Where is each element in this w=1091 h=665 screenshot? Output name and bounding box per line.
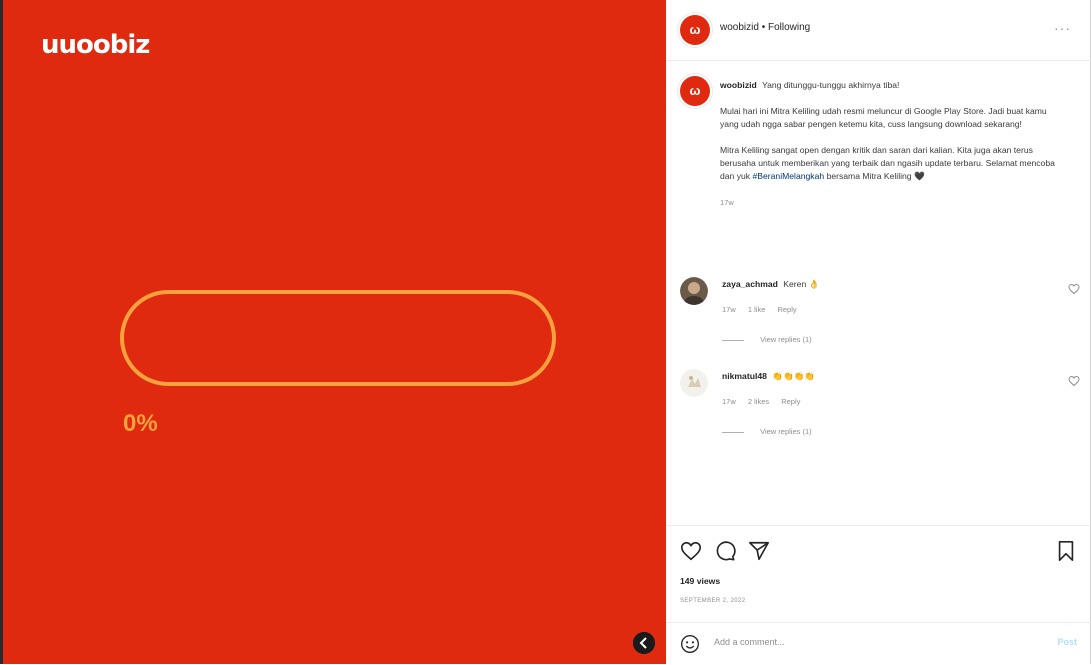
comment-like-heart-icon[interactable] (1068, 375, 1080, 387)
reply-button[interactable]: Reply (781, 397, 800, 406)
comment-item: nikmatul48 👏👏👏👏 17w 2 likes Reply View r… (680, 369, 1080, 449)
post-sidebar: ω woobizid • Following ··· ω woobizid Ya… (666, 0, 1091, 664)
post-actions: 149 views SEPTEMBER 2, 2022 (666, 525, 1091, 616)
comment-body: Keren 👌 (783, 279, 820, 289)
comment-time: 17w (722, 397, 736, 406)
post-header: ω woobizid • Following ··· (666, 0, 1091, 61)
instagram-post-window: uuoobiz 0% ω woobizid • Following ··· ω … (0, 0, 1091, 664)
add-comment-input[interactable] (712, 636, 1036, 648)
add-comment-bar: Post (666, 622, 1091, 665)
header-user-line: woobizid • Following (720, 22, 810, 33)
brand-logo: uuoobiz (41, 30, 150, 60)
view-replies-button[interactable]: View replies (1) (722, 427, 812, 436)
comment-username[interactable]: nikmatul48 (722, 371, 767, 381)
comment-likes[interactable]: 1 like (748, 305, 766, 314)
share-send-icon[interactable] (748, 540, 770, 562)
caption-first-line: woobizid Yang ditunggu-tunggu akhirnya t… (720, 79, 1065, 92)
comment-body: 👏👏👏👏 (772, 371, 816, 381)
replies-divider (722, 431, 744, 433)
replies-divider (722, 339, 744, 341)
woobiz-logo-icon: ω (689, 22, 701, 37)
progress-percent: 0% (123, 410, 158, 437)
comment-item: zaya_achmad Keren 👌 17w 1 like Reply Vie… (680, 277, 1080, 357)
caption-time: 17w (720, 198, 734, 207)
reply-button[interactable]: Reply (777, 305, 796, 314)
post-caption: woobizid Yang ditunggu-tunggu akhirnya t… (720, 79, 1065, 209)
save-bookmark-icon[interactable] (1055, 540, 1077, 562)
author-avatar[interactable]: ω (680, 15, 710, 45)
header-separator: • (761, 22, 766, 33)
comment-bubble-icon[interactable] (714, 540, 736, 562)
comment-likes[interactable]: 2 likes (748, 397, 769, 406)
previous-arrow-icon[interactable] (633, 632, 655, 654)
comment-meta: 17w 1 like Reply (722, 305, 807, 314)
post-media[interactable]: uuoobiz 0% (0, 0, 666, 664)
caption-username[interactable]: woobizid (720, 80, 757, 90)
caption-paragraph-2: Mitra Keliling sangat open dengan kritik… (720, 144, 1065, 183)
more-options-icon[interactable]: ··· (1054, 20, 1071, 36)
comment-text-line: nikmatul48 👏👏👏👏 (722, 371, 815, 382)
author-username[interactable]: woobizid (720, 22, 759, 33)
following-button[interactable]: Following (768, 22, 810, 33)
comment-meta: 17w 2 likes Reply (722, 397, 810, 406)
view-count[interactable]: 149 views (680, 576, 720, 586)
caption-avatar[interactable]: ω (680, 76, 710, 106)
comment-username[interactable]: zaya_achmad (722, 279, 778, 289)
comment-text-line: zaya_achmad Keren 👌 (722, 279, 819, 290)
view-replies-button[interactable]: View replies (1) (722, 335, 812, 344)
view-replies-label: View replies (1) (760, 335, 812, 344)
hashtag-link[interactable]: #BeraniMelangkah (753, 171, 825, 181)
view-replies-label: View replies (1) (760, 427, 812, 436)
caption-paragraph-1: Mulai hari ini Mitra Keliling udah resmi… (720, 106, 1047, 129)
woobiz-logo-icon: ω (689, 83, 701, 98)
caption-title: Yang ditunggu-tunggu akhirnya tiba! (762, 80, 900, 90)
commenter-avatar[interactable] (680, 277, 708, 305)
like-heart-icon[interactable] (680, 540, 702, 562)
comment-like-heart-icon[interactable] (1068, 283, 1080, 295)
caption-paragraph-2-end: bersama Mitra Keliling 🖤 (826, 171, 925, 181)
arrow-left-icon (633, 632, 655, 654)
comment-time: 17w (722, 305, 736, 314)
emoji-smiley-icon[interactable] (680, 634, 700, 654)
post-comment-button[interactable]: Post (1057, 637, 1077, 647)
commenter-avatar[interactable] (680, 369, 708, 397)
post-date: SEPTEMBER 2, 2022 (680, 598, 746, 604)
progress-bar (120, 290, 556, 386)
